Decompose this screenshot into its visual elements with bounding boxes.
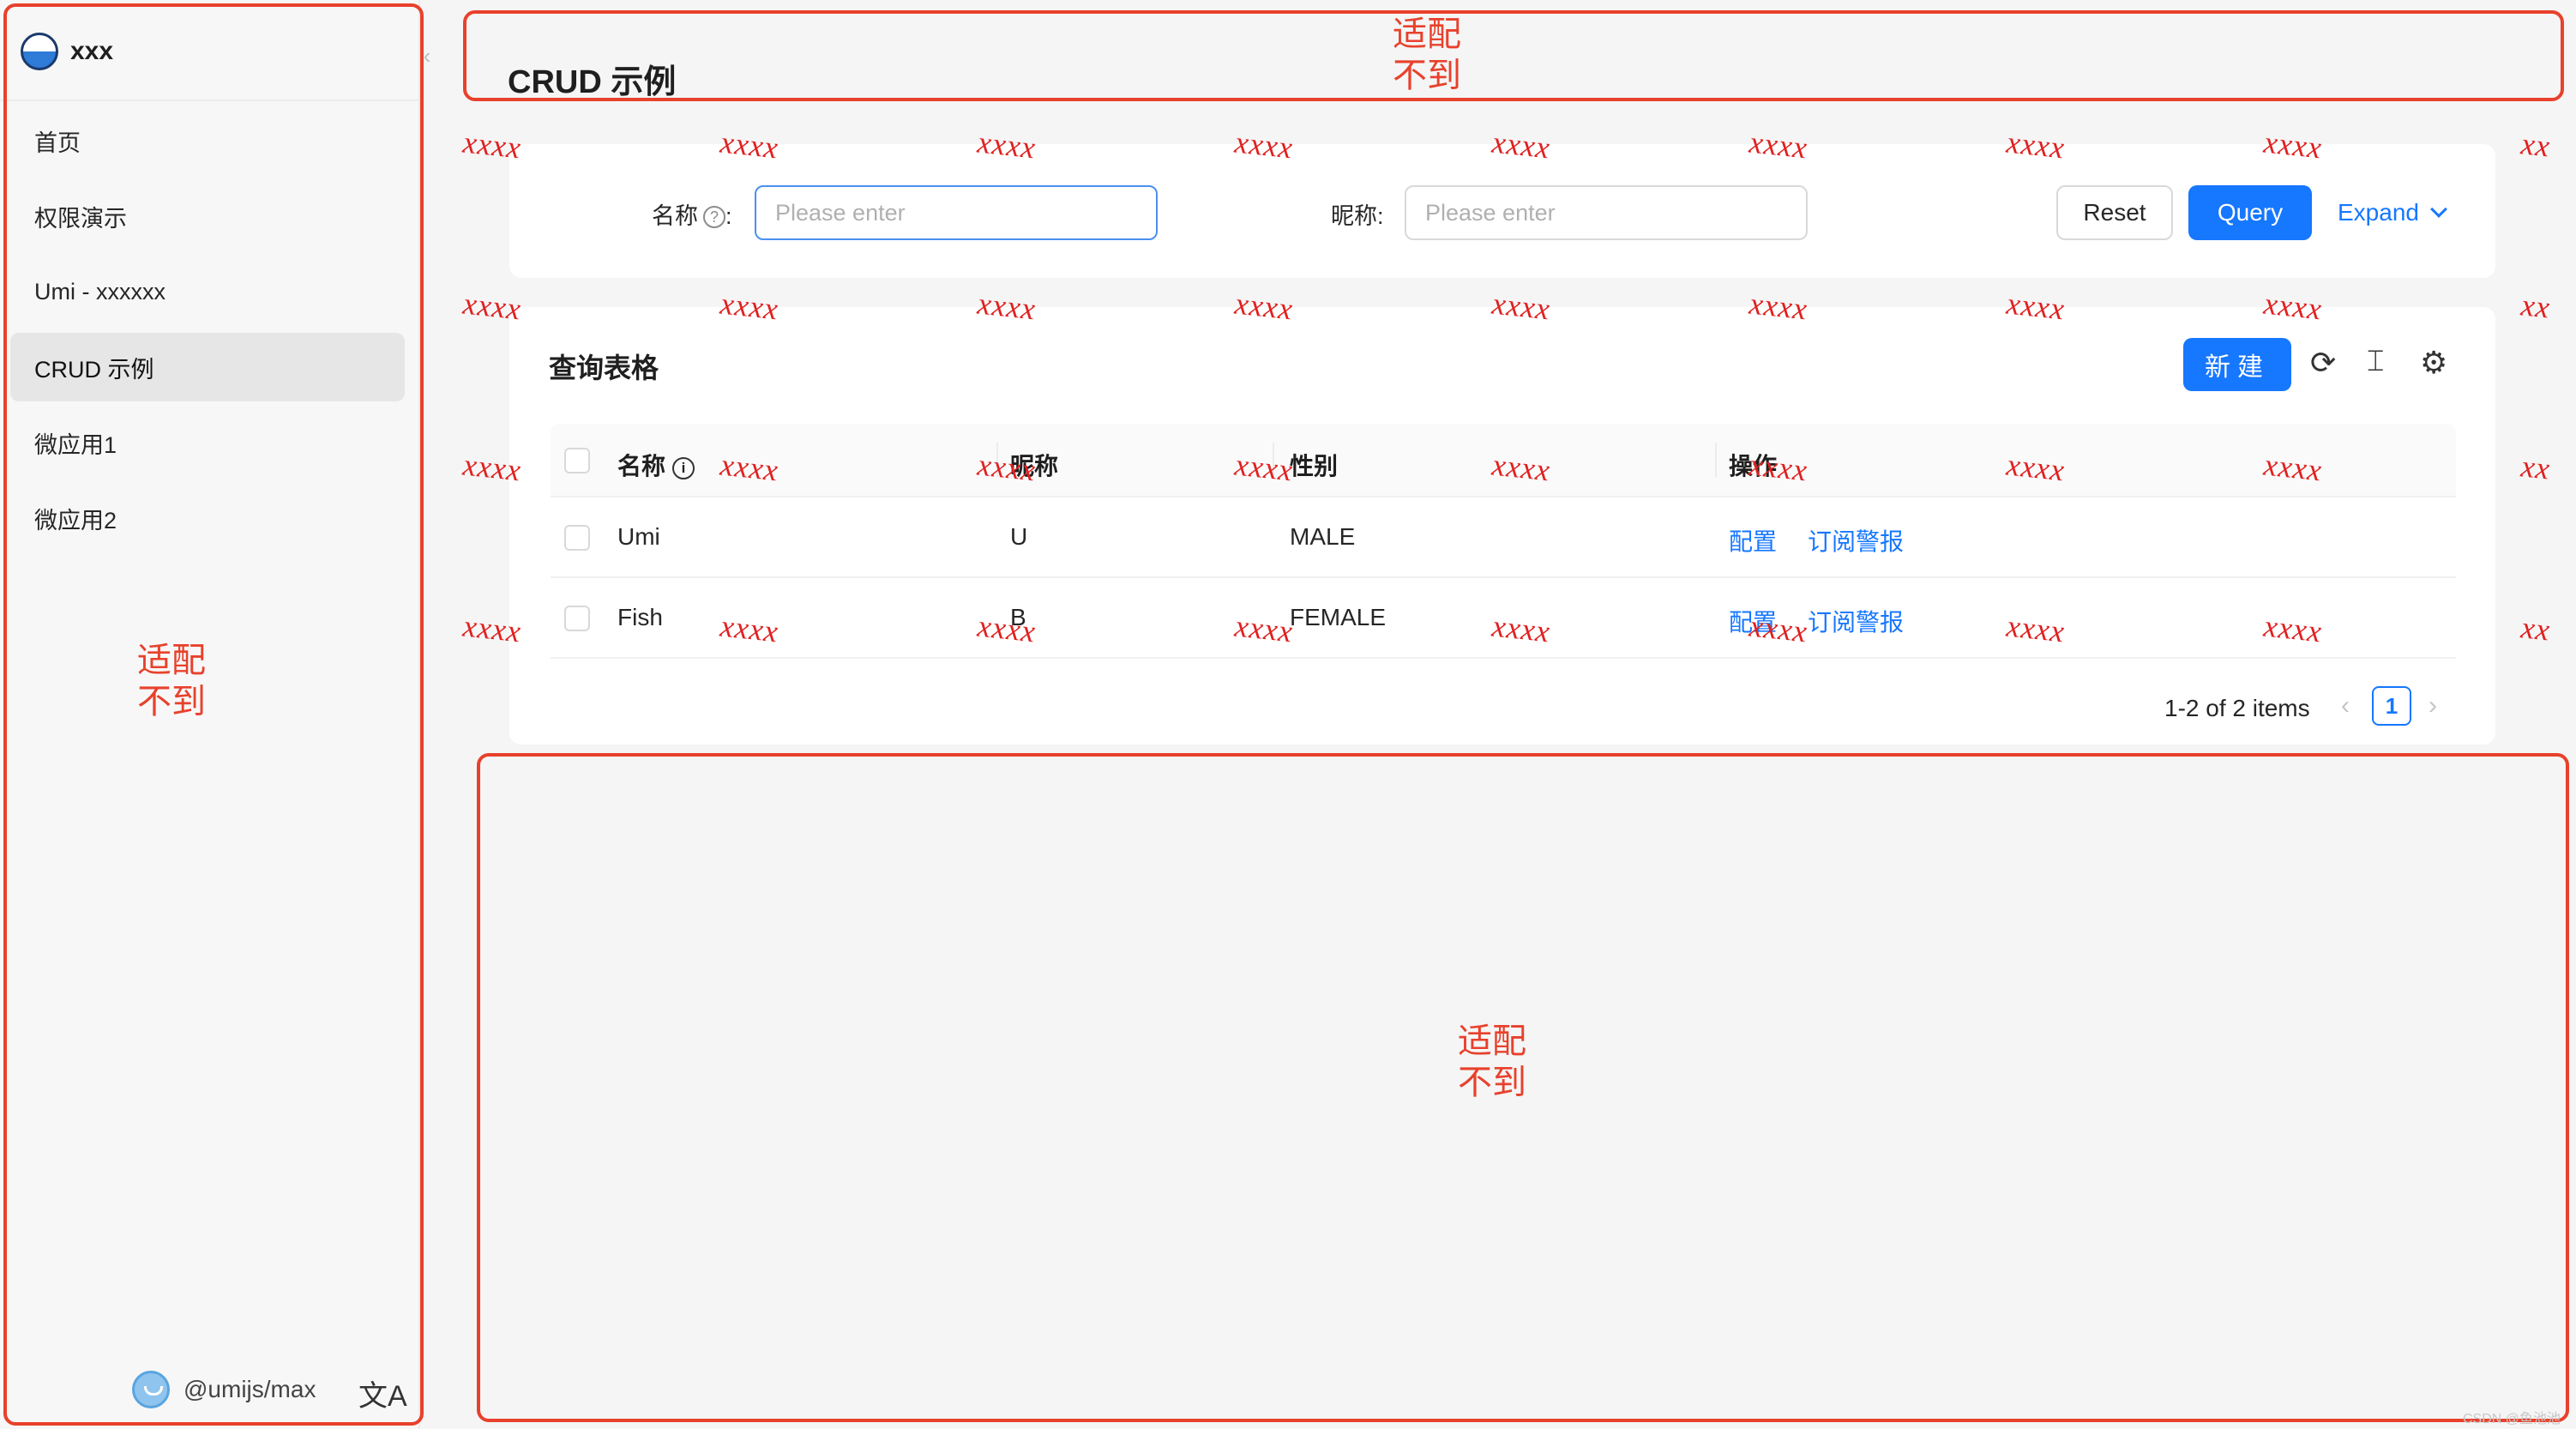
cell-gender: FEMALE [1290,604,1387,630]
annotation-marker: xxxx [2262,124,2324,166]
select-all-checkbox[interactable] [564,448,590,473]
annotation-marker: xxxx [2262,608,2324,649]
annotation-note-content: 适配 不到 [1458,1022,1526,1101]
column-height-icon[interactable]: ⌶ [2367,345,2384,378]
setting-icon[interactable]: ⚙ [2420,345,2447,381]
pagination-total: 1-2 of 2 items [2164,695,2310,721]
name-input[interactable]: Please enter [755,185,1158,240]
column-header-gender: 性别 [1290,453,1339,479]
annotation-note-header: 适配 不到 [1393,15,1461,94]
prev-page-icon[interactable]: ‹ [2341,691,2350,721]
annotation-marker: xx [2519,287,2552,325]
column-divider [1715,443,1717,477]
annotation-marker: xxxx [976,447,1038,488]
annotation-marker: xxxx [1490,124,1552,166]
annotation-marker: xxxx [2005,286,2067,327]
annotation-marker: xxxx [461,447,523,488]
new-button[interactable]: 新建 [2183,338,2291,391]
annotation-marker: xxxx [976,286,1038,327]
query-button[interactable]: Query [2188,185,2312,240]
annotation-marker: xxxx [719,124,780,166]
row-checkbox[interactable] [564,525,590,551]
annotation-marker: xxxx [719,447,780,488]
info-circle-icon[interactable]: i [672,457,695,479]
table-title: 查询表格 [549,353,659,383]
annotation-marker: xxxx [1490,447,1552,488]
expand-toggle[interactable]: Expand [2338,199,2447,226]
annotation-marker: xxxx [2005,447,2067,488]
annotation-marker: xxxx [1233,447,1295,488]
annotation-marker: xxxx [461,608,523,649]
nickname-field-label: 昵称: [1331,203,1384,229]
annotation-marker: xxxx [2262,447,2324,488]
question-circle-icon[interactable]: ? [703,206,725,228]
subscribe-alert-link[interactable]: 订阅警报 [1808,523,1904,558]
column-header-name[interactable]: 名称 i [617,448,695,482]
reset-button[interactable]: Reset [2056,185,2173,240]
nickname-input[interactable]: Please enter [1405,185,1808,240]
annotation-note-sidebar: 适配 不到 [137,642,206,721]
reload-icon[interactable]: ⟳ [2310,345,2336,381]
name-field-label: 名称?: [652,203,732,229]
annotation-marker: xxxx [1233,124,1295,166]
cell-name: Fish [617,604,663,630]
table-row: Umi U MALE 配置 订阅警报 [551,497,2456,578]
annotation-marker: xxxx [461,286,523,327]
chevron-down-icon [2430,201,2447,218]
annotation-marker: xxxx [1490,286,1552,327]
annotation-marker: xxxx [976,124,1038,166]
row-checkbox[interactable] [564,606,590,631]
annotation-marker: xx [2519,126,2552,164]
next-page-icon[interactable]: › [2429,691,2437,721]
annotation-marker: xxxx [1233,286,1295,327]
cell-name: Umi [617,523,660,550]
annotation-box-header [463,10,2564,101]
annotation-marker: xxxx [1233,608,1295,649]
annotation-marker: xxxx [461,124,523,166]
annotation-marker: xxxx [2005,608,2067,649]
annotation-marker: xxxx [976,608,1038,649]
annotation-marker: xxxx [1490,608,1552,649]
subscribe-alert-link[interactable]: 订阅警报 [1808,604,1904,638]
annotation-marker: xx [2519,610,2552,648]
annotation-marker: xxxx [719,608,780,649]
annotation-marker: xxxx [2005,124,2067,166]
annotation-marker: xxxx [1748,447,1809,488]
configure-link[interactable]: 配置 [1729,523,1777,558]
annotation-marker: xxxx [1748,608,1809,649]
cell-gender: MALE [1290,523,1356,550]
annotation-marker: xxxx [2262,286,2324,327]
watermark: CSDN @鱼池池 [2463,1412,2561,1426]
annotation-marker: xx [2519,449,2552,486]
page-number-1[interactable]: 1 [2372,686,2411,726]
annotation-box-sidebar [3,3,424,1426]
cell-nickname: U [1010,523,1028,550]
annotation-marker: xxxx [719,286,780,327]
annotation-marker: xxxx [1748,124,1809,166]
annotation-marker: xxxx [1748,286,1809,327]
